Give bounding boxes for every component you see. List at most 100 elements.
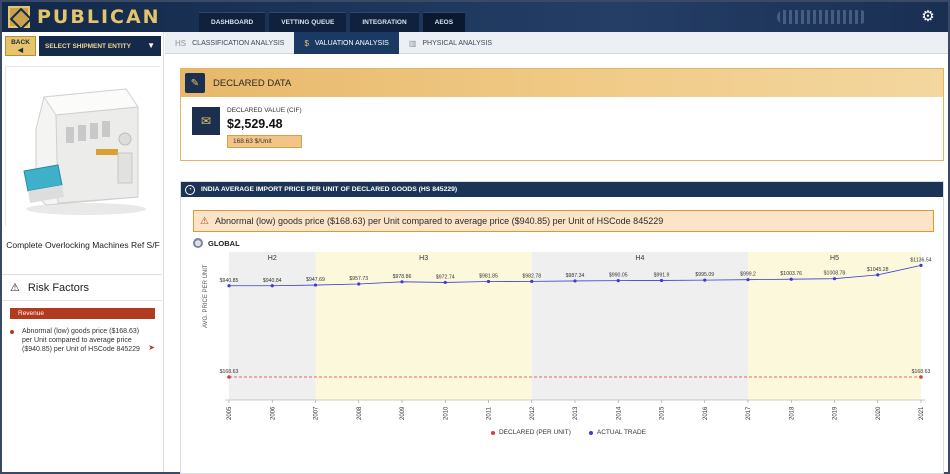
data-point-actual-trade [270,284,274,288]
risk-factors-panel: ⚠ Risk Factors Revenue Abnormal (low) go… [2,274,162,472]
tab-label: PHYSICAL ANALYSIS [422,39,493,47]
tab-label: CLASSIFICATION ANALYSIS [192,39,285,47]
legend-marker-declared [491,430,495,435]
data-label-actual-trade: $1136.54 [910,257,931,263]
data-point-actual-trade [746,278,750,282]
data-label-actual-trade: $972.74 [436,274,455,280]
product-name: Complete Overlocking Machines Ref S/F [6,240,160,250]
x-tick-label: 2017 [746,406,752,420]
data-label-actual-trade: $1045.28 [867,267,889,273]
chevron-down-icon: ▼ [147,41,155,50]
x-tick-label: 2011 [487,406,493,420]
data-label-actual-trade: $1003.76 [780,271,802,277]
import-price-panel: ◔ INDIA AVERAGE IMPORT PRICE PER UNIT OF… [180,181,944,474]
hs-icon: HS [175,38,187,48]
top-tab-aeos[interactable]: AEOS [422,12,466,32]
x-tick-label: 2007 [314,406,320,420]
data-point-actual-trade [919,263,923,267]
x-tick-label: 2020 [876,406,882,420]
x-tick-label: 2008 [357,406,363,420]
data-point-actual-trade [443,280,447,285]
data-point-actual-trade [703,278,707,282]
x-tick-label: 2012 [530,406,536,420]
data-point-actual-trade [789,277,793,281]
shipment-entity-select[interactable]: SELECT SHIPMENT ENTITY ▼ [39,36,161,56]
band-h2 [229,252,316,400]
divider [2,300,162,301]
left-panel: BACK ◀ SELECT SHIPMENT ENTITY ▼ Complete… [2,32,164,472]
data-label-actual-trade: $957.73 [349,276,368,282]
shipment-entity-label: SELECT SHIPMENT ENTITY [45,42,131,50]
data-label-declared: $168.63 [912,369,931,375]
band-label: H4 [635,255,644,262]
app-logo[interactable]: PUBLICAN [8,5,161,29]
top-tab-dashboard[interactable]: DASHBOARD [199,12,266,32]
risk-category-badge: Revenue [10,308,155,319]
x-tick-label: 2018 [789,406,795,420]
x-tick-label: 2005 [227,406,233,420]
x-tick-label: 2014 [616,406,622,420]
back-arrow-icon: ◀ [18,47,23,54]
data-point-actual-trade [659,278,664,283]
arrow-right-icon[interactable]: ➤ [148,343,155,352]
data-label-actual-trade: $995.09 [695,272,714,278]
gear-icon[interactable]: ⚙ [920,9,936,25]
band-h3 [315,252,532,400]
data-label-actual-trade: $990.05 [609,273,628,279]
legend-marker-actual [588,430,593,435]
x-tick-label: 2010 [443,406,449,420]
risk-factors-header: ⚠ Risk Factors [10,281,89,295]
data-label-actual-trade: $981.85 [479,273,498,279]
back-button[interactable]: BACK ◀ [5,36,36,56]
data-point-declared [227,375,231,379]
barcode-icon: ▥ [408,38,417,48]
warning-icon: ⚠ [10,282,20,294]
risk-category-label: Revenue [18,310,45,317]
logo-mark-icon [8,6,30,28]
legend-item-declared[interactable]: DECLARED (PER UNIT) [491,429,571,436]
x-tick-label: 2015 [660,406,666,420]
data-label-actual-trade: $940.84 [263,278,282,284]
data-point-actual-trade [832,277,837,281]
top-tab-vetting-queue[interactable]: VETTING QUEUE [269,12,347,32]
data-point-actual-trade [573,279,577,283]
tab-label: VALUATION ANALYSIS [314,39,389,47]
declared-data-panel: ✎ DECLARED DATA ✉ DECLARED VALUE (CIF) $… [180,68,944,161]
top-tab-integration[interactable]: INTEGRATION [350,12,419,32]
data-point-actual-trade [876,273,880,277]
x-tick-label: 2021 [919,406,925,420]
data-point-declared [919,375,923,379]
tab-physical-analysis[interactable]: ▥ PHYSICAL ANALYSIS [399,32,502,54]
band-label: H2 [268,255,277,262]
data-label-actual-trade: $987.34 [566,273,585,279]
tab-valuation-analysis[interactable]: $ VALUATION ANALYSIS [294,32,399,54]
x-tick-label: 2006 [270,406,276,420]
invoice-icon: ✉ [192,107,220,135]
declared-data-title: DECLARED DATA [213,77,292,89]
declared-value-label: DECLARED VALUE (CIF) [227,107,302,114]
data-point-actual-trade [530,279,534,283]
header-decoration [777,10,867,24]
app-name: PUBLICAN [37,6,161,28]
data-point-actual-trade [227,284,231,288]
pencil-icon: ✎ [185,73,205,93]
data-point-actual-trade [486,279,491,284]
data-label-actual-trade: $982.78 [522,273,541,279]
chart-legend: DECLARED (PER UNIT) ACTUAL TRADE [491,429,646,436]
tab-classification-analysis[interactable]: HS CLASSIFICATION ANALYSIS [165,32,294,54]
x-tick-label: 2013 [573,406,579,420]
legend-label-actual: ACTUAL TRADE [596,429,646,436]
data-label-actual-trade: $947.69 [306,277,325,283]
risk-factors-title: Risk Factors [27,281,89,294]
bullet-icon [10,330,14,334]
analysis-tabs: HS CLASSIFICATION ANALYSIS $ VALUATION A… [165,32,948,54]
band-label: H3 [419,255,428,262]
risk-factor-item[interactable]: Abnormal (low) goods price ($168.63) per… [10,327,155,354]
data-label-actual-trade: $999.2 [740,272,756,278]
y-axis-title: AVG. PRICE PER UNIT [203,264,209,328]
data-point-actual-trade [400,280,404,284]
declared-value: $2,529.48 [227,117,283,131]
x-tick-label: 2019 [833,406,839,420]
data-point-actual-trade [313,283,318,287]
legend-item-actual[interactable]: ACTUAL TRADE [588,429,646,436]
